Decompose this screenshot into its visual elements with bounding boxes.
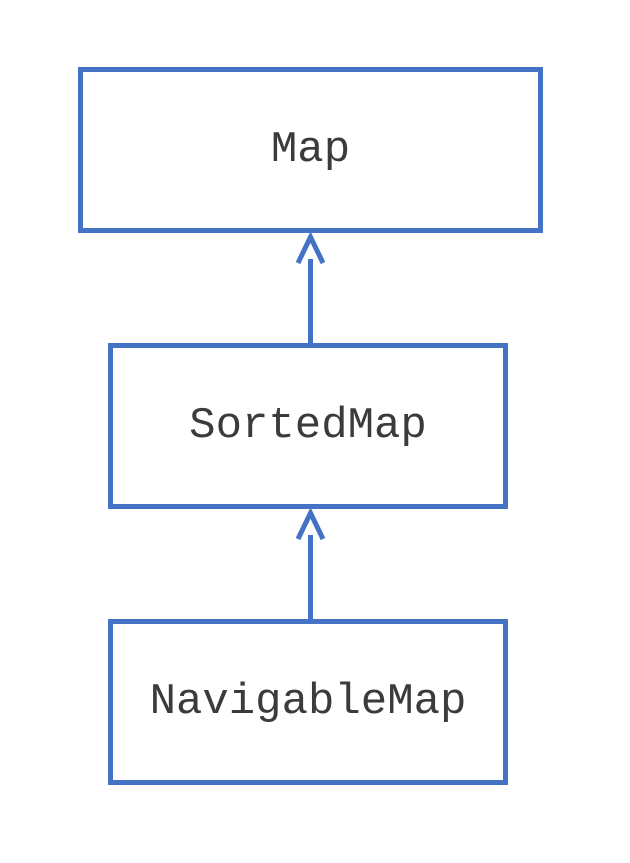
node-navigablemap: NavigableMap	[108, 619, 508, 785]
hierarchy-diagram: Map SortedMap NavigableMap	[0, 0, 630, 863]
node-sortedmap: SortedMap	[108, 343, 508, 509]
arrow-sortedmap-to-map	[310, 233, 311, 343]
node-sortedmap-label: SortedMap	[189, 401, 427, 451]
arrow-navigablemap-to-sortedmap	[310, 509, 311, 619]
node-navigablemap-label: NavigableMap	[150, 677, 467, 727]
node-map-label: Map	[271, 125, 350, 175]
node-map: Map	[78, 67, 543, 233]
